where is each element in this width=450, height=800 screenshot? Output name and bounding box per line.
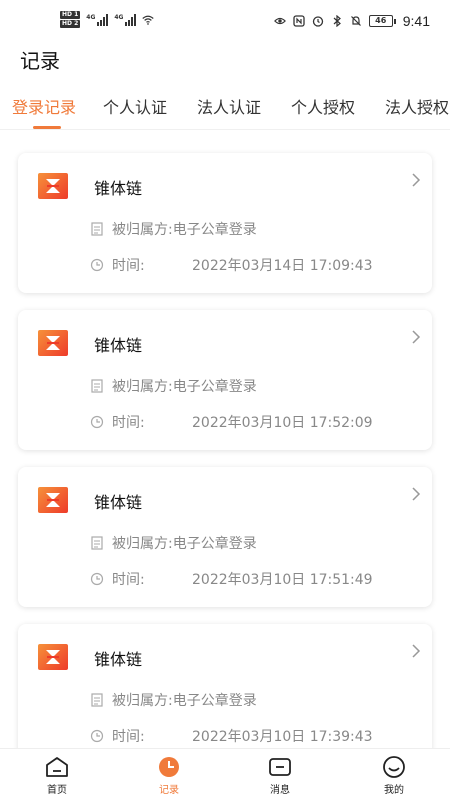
signal-1-icon: 4G <box>86 13 109 26</box>
nav-home[interactable]: 首页 <box>27 755 87 796</box>
nav-records[interactable]: 记录 <box>139 755 199 796</box>
nav-messages-label: 消息 <box>270 785 290 796</box>
owner-row: 被归属方: 电子公章登录 <box>90 533 257 553</box>
record-title: 锥体链 <box>94 493 143 512</box>
hd-indicators: HD 1 HD 2 <box>60 11 81 28</box>
time-value: 2022年03月10日 17:52:09 <box>192 415 373 431</box>
owner-label: 被归属方: <box>112 222 173 238</box>
alarm-icon <box>312 16 323 27</box>
owner-value: 电子公章登录 <box>172 379 257 395</box>
clock-icon <box>90 258 104 272</box>
time-label: 时间: <box>112 258 145 274</box>
time-row: 时间: <box>90 412 145 432</box>
message-icon <box>269 758 291 776</box>
signal-2-icon: 4G <box>114 13 137 26</box>
document-icon <box>91 222 103 236</box>
chevron-right-icon[interactable] <box>410 330 422 344</box>
time-value: 2022年03月14日 17:09:43 <box>192 258 373 274</box>
time-label: 时间: <box>112 415 145 431</box>
owner-value: 电子公章登录 <box>172 536 257 552</box>
owner-row: 被归属方: 电子公章登录 <box>90 219 257 239</box>
document-icon <box>91 536 103 550</box>
nav-messages[interactable]: 消息 <box>250 755 310 796</box>
time-label: 时间: <box>112 572 145 588</box>
nav-profile-label: 我的 <box>384 785 404 796</box>
bottom-nav: 首页 记录 消息 我的 <box>0 748 450 800</box>
tab-personal-auth[interactable]: 个人认证 <box>103 94 167 118</box>
mute-bell-icon <box>350 16 361 26</box>
document-icon <box>91 379 103 393</box>
record-card[interactable]: 锥体链 被归属方: 电子公章登录 时间: 2022年03月10日 17:51:4… <box>18 467 432 607</box>
page-title: 记录 <box>20 49 60 73</box>
status-right: 46 9:41 <box>273 13 430 29</box>
owner-row: 被归属方: 电子公章登录 <box>90 690 257 710</box>
wifi-icon <box>142 15 155 25</box>
nav-profile[interactable]: 我的 <box>364 755 424 796</box>
clock-icon <box>159 757 179 777</box>
status-time: 9:41 <box>402 13 430 29</box>
time-row: 时间: <box>90 569 145 589</box>
app-logo-icon <box>38 487 68 513</box>
time-row: 时间: <box>90 255 145 275</box>
home-icon <box>46 757 68 777</box>
record-card[interactable]: 锥体链 被归属方: 电子公章登录 时间: 2022年03月14日 17:09:4… <box>18 153 432 293</box>
status-left: HD 1 HD 2 4G 4G <box>60 11 155 28</box>
status-bar: HD 1 HD 2 4G 4G 46 9:41 <box>0 0 450 44</box>
bluetooth-icon <box>333 15 341 27</box>
chevron-right-icon[interactable] <box>410 487 422 501</box>
record-title: 锥体链 <box>94 336 143 355</box>
record-card[interactable]: 锥体链 被归属方: 电子公章登录 时间: 2022年03月10日 17:52:0… <box>18 310 432 450</box>
document-icon <box>91 693 103 707</box>
owner-label: 被归属方: <box>112 536 173 552</box>
clock-icon <box>90 572 104 586</box>
nav-home-label: 首页 <box>47 785 67 796</box>
app-logo-icon <box>38 173 68 199</box>
tab-legal-auth[interactable]: 法人认证 <box>197 94 261 118</box>
tabs-divider <box>0 129 450 130</box>
owner-label: 被归属方: <box>112 379 173 395</box>
nfc-icon <box>293 15 305 27</box>
owner-label: 被归属方: <box>112 693 173 709</box>
chevron-right-icon[interactable] <box>410 173 422 187</box>
record-card[interactable]: 锥体链 被归属方: 电子公章登录 时间: 2022年03月10日 17:39:4… <box>18 624 432 764</box>
tab-login-records[interactable]: 登录记录 <box>12 94 76 118</box>
time-value: 2022年03月10日 17:51:49 <box>192 572 373 588</box>
app-logo-icon <box>38 644 68 670</box>
owner-value: 电子公章登录 <box>172 693 257 709</box>
tab-legal-grant[interactable]: 法人授权 <box>385 94 449 118</box>
owner-row: 被归属方: 电子公章登录 <box>90 376 257 396</box>
eye-icon <box>273 17 286 25</box>
record-title: 锥体链 <box>94 179 143 198</box>
hd2-badge: HD 2 <box>60 20 81 28</box>
tab-personal-grant[interactable]: 个人授权 <box>291 94 355 118</box>
chevron-right-icon[interactable] <box>410 644 422 658</box>
tab-bar: 登录记录 个人认证 法人认证 个人授权 法人授权 <box>0 90 450 130</box>
time-label: 时间: <box>112 729 145 745</box>
battery-icon: 46 <box>368 15 396 27</box>
clock-icon <box>90 415 104 429</box>
time-value: 2022年03月10日 17:39:43 <box>192 729 373 745</box>
app-logo-icon <box>38 330 68 356</box>
clock-icon <box>90 729 104 743</box>
record-title: 锥体链 <box>94 650 143 669</box>
profile-icon <box>383 756 405 778</box>
time-row: 时间: <box>90 726 145 746</box>
nav-records-label: 记录 <box>159 785 179 796</box>
hd1-badge: HD 1 <box>60 11 81 19</box>
owner-value: 电子公章登录 <box>172 222 257 238</box>
